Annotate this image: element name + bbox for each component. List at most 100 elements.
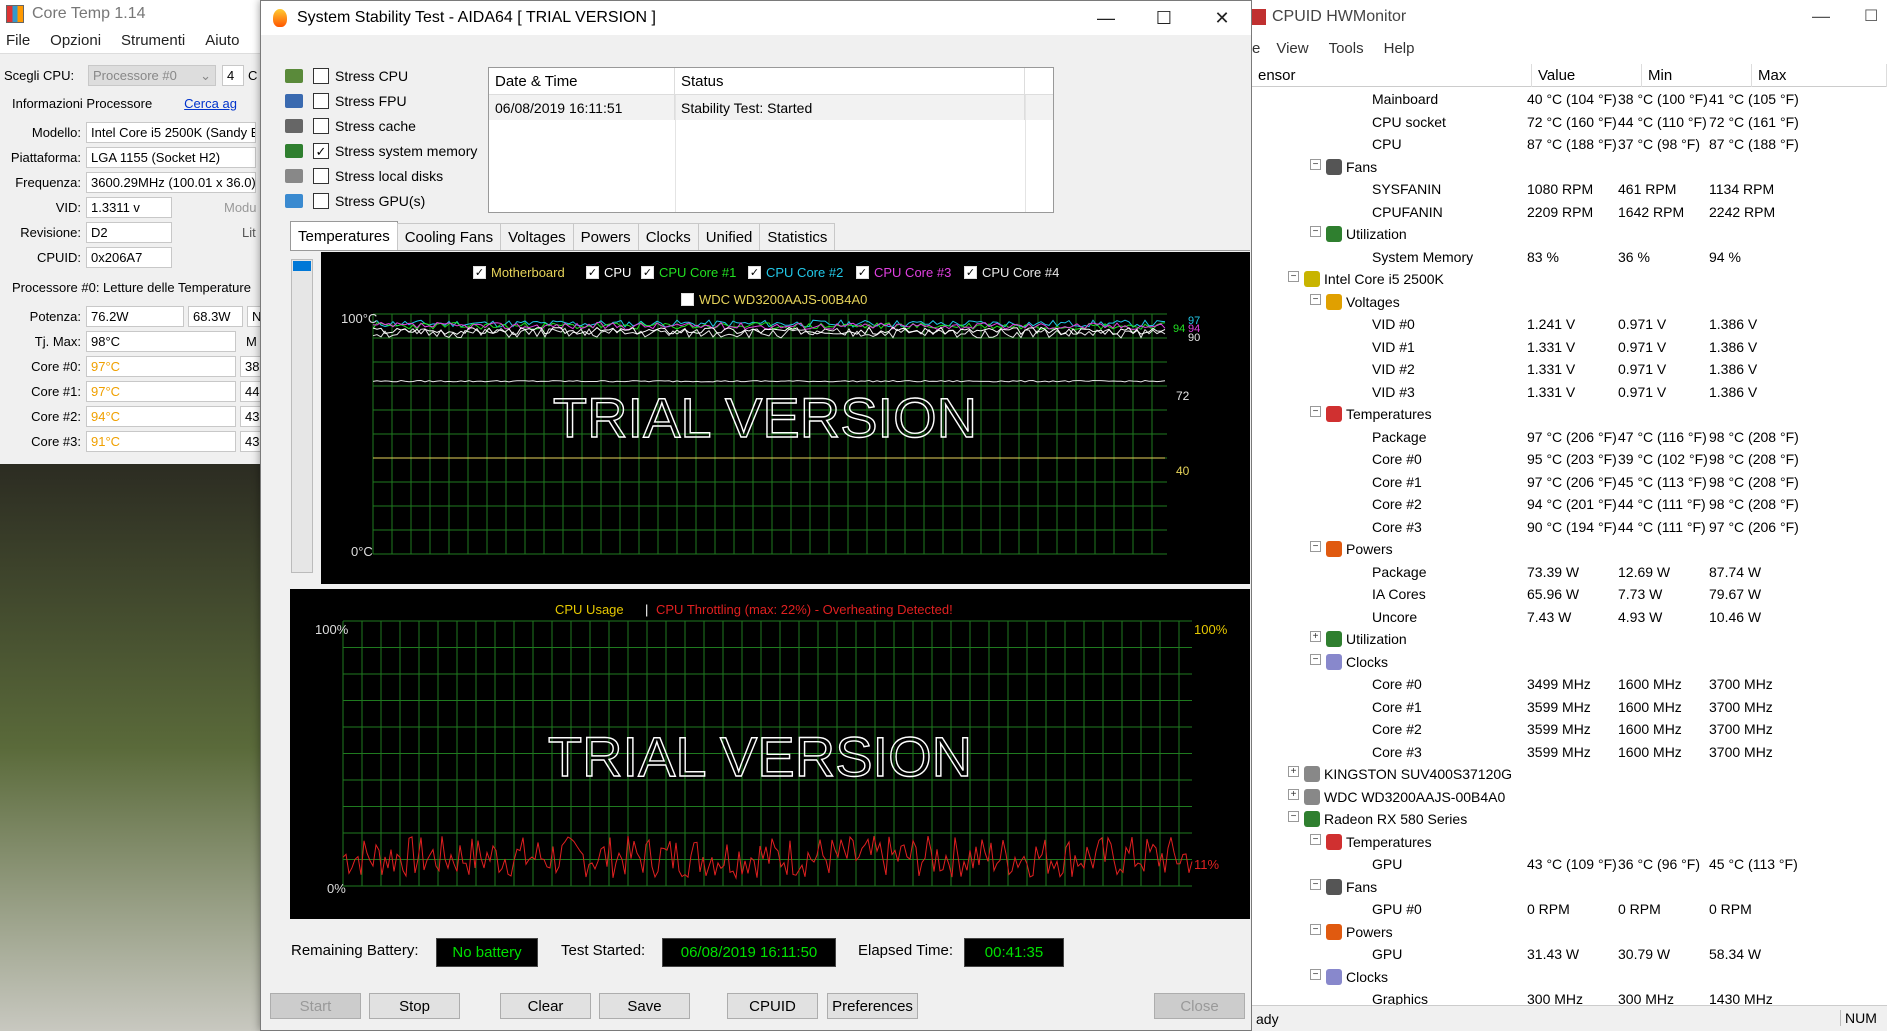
stress-memory-checkbox[interactable]: ✓ xyxy=(313,143,329,159)
hw-row[interactable]: SYSFANIN 1080 RPM 461 RPM 1134 RPM xyxy=(1252,178,1887,201)
hw-row[interactable]: VID #1 1.331 V 0.971 V 1.386 V xyxy=(1252,336,1887,359)
coretemp-titlebar[interactable]: Core Temp 1.14 xyxy=(0,0,261,28)
hw-row[interactable]: − Radeon RX 580 Series xyxy=(1252,808,1887,831)
hw-row[interactable]: − Temperatures xyxy=(1252,831,1887,854)
hw-row[interactable]: − Fans xyxy=(1252,876,1887,899)
collapse-icon[interactable]: − xyxy=(1310,923,1321,935)
hw-row[interactable]: − Clocks xyxy=(1252,651,1887,674)
hw-row[interactable]: VID #3 1.331 V 0.971 V 1.386 V xyxy=(1252,381,1887,404)
maximize-icon[interactable]: ☐ xyxy=(1864,6,1878,26)
status-table[interactable]: Date & Time Status 06/08/2019 16:11:51 S… xyxy=(488,67,1054,213)
hw-row[interactable]: − Voltages xyxy=(1252,291,1887,314)
cpuid-button[interactable]: CPUID xyxy=(727,993,818,1019)
hw-row[interactable]: VID #2 1.331 V 0.971 V 1.386 V xyxy=(1252,358,1887,381)
hw-row[interactable]: + KINGSTON SUV400S37120G xyxy=(1252,763,1887,786)
stress-gpu-checkbox[interactable] xyxy=(313,193,329,209)
stress-fpu-checkbox[interactable] xyxy=(313,93,329,109)
hw-row[interactable]: Core #2 94 °C (201 °F) 44 °C (111 °F) 98 °C… xyxy=(1252,493,1887,516)
menu-aiuto[interactable]: Aiuto xyxy=(205,32,239,49)
save-button[interactable]: Save xyxy=(599,993,690,1019)
col-min[interactable]: Min xyxy=(1642,64,1752,87)
hw-row[interactable]: + Utilization xyxy=(1252,628,1887,651)
stress-disks-item[interactable]: Stress local disks xyxy=(285,165,443,187)
hw-row[interactable]: − Powers xyxy=(1252,921,1887,944)
tab-powers[interactable]: Powers xyxy=(572,223,639,250)
hw-row[interactable]: Core #1 3599 MHz 1600 MHz 3700 MHz xyxy=(1252,696,1887,719)
col-value[interactable]: Value xyxy=(1532,64,1642,87)
tab-statistics[interactable]: Statistics xyxy=(759,223,836,250)
hw-row[interactable]: CPU 87 °C (188 °F) 37 °C (98 °F) 87 °C (188… xyxy=(1252,133,1887,156)
minimize-icon[interactable]: — xyxy=(1812,6,1830,27)
cpu-select-dropdown[interactable]: Processore #0 ⌄ xyxy=(88,65,216,86)
hw-row[interactable]: VID #0 1.241 V 0.971 V 1.386 V xyxy=(1252,313,1887,336)
hw-row[interactable]: Core #3 3599 MHz 1600 MHz 3700 MHz xyxy=(1252,741,1887,764)
collapse-icon[interactable]: − xyxy=(1310,653,1321,665)
search-link[interactable]: Cerca ag xyxy=(184,96,237,111)
tab-unified[interactable]: Unified xyxy=(697,223,761,250)
clear-button[interactable]: Clear xyxy=(500,993,591,1019)
graph-scrollbar[interactable] xyxy=(291,259,313,573)
hw-row[interactable]: Package 97 °C (206 °F) 47 °C (116 °F) 98 °C… xyxy=(1252,426,1887,449)
hw-row[interactable]: − Clocks xyxy=(1252,966,1887,989)
sensor-tree[interactable]: Mainboard 40 °C (104 °F) 38 °C (100 °F) 41 … xyxy=(1252,88,1887,1005)
collapse-icon[interactable]: − xyxy=(1310,226,1321,237)
maximize-icon[interactable]: ☐ xyxy=(1135,1,1193,35)
scrollbar-thumb[interactable] xyxy=(293,261,311,271)
hw-row[interactable]: GPU 43 °C (109 °F) 36 °C (96 °F) 45 °C (113… xyxy=(1252,853,1887,876)
stop-button[interactable]: Stop xyxy=(369,993,460,1019)
hw-row[interactable]: Mainboard 40 °C (104 °F) 38 °C (100 °F) 41 … xyxy=(1252,88,1887,111)
stress-memory-item[interactable]: ✓ Stress system memory xyxy=(285,140,477,162)
menu-file-cut[interactable]: e xyxy=(1252,40,1260,57)
close-icon[interactable]: ✕ xyxy=(1193,1,1251,35)
collapse-icon[interactable]: − xyxy=(1310,541,1321,552)
hw-row[interactable]: Core #3 90 °C (194 °F) 44 °C (111 °F) 97 °C… xyxy=(1252,516,1887,539)
stress-fpu-item[interactable]: Stress FPU xyxy=(285,90,407,112)
stress-cache-checkbox[interactable] xyxy=(313,118,329,134)
collapse-icon[interactable]: − xyxy=(1310,833,1321,845)
hw-row[interactable]: − Intel Core i5 2500K xyxy=(1252,268,1887,291)
hw-row[interactable]: Package 73.39 W 12.69 W 87.74 W xyxy=(1252,561,1887,584)
hw-row[interactable]: − Fans xyxy=(1252,156,1887,179)
collapse-icon[interactable]: − xyxy=(1288,811,1299,822)
expand-icon[interactable]: + xyxy=(1310,631,1321,642)
col-sensor[interactable]: ensor xyxy=(1252,64,1532,87)
collapse-icon[interactable]: − xyxy=(1310,968,1321,980)
start-button[interactable]: Start xyxy=(270,993,361,1019)
hw-row[interactable]: GPU 31.43 W 30.79 W 58.34 W xyxy=(1252,943,1887,966)
hw-row[interactable]: Uncore 7.43 W 4.93 W 10.46 W xyxy=(1252,606,1887,629)
hw-row[interactable]: System Memory 83 % 36 % 94 % xyxy=(1252,246,1887,269)
close-button[interactable]: Close xyxy=(1154,993,1245,1019)
stress-cpu-checkbox[interactable] xyxy=(313,68,329,84)
tab-temperatures[interactable]: Temperatures xyxy=(290,221,398,250)
collapse-icon[interactable]: − xyxy=(1310,878,1321,890)
table-row[interactable]: 06/08/2019 16:11:51 Stability Test: Star… xyxy=(489,95,1053,120)
menu-file[interactable]: File xyxy=(6,32,30,49)
hw-row[interactable]: CPUFANIN 2209 RPM 1642 RPM 2242 RPM xyxy=(1252,201,1887,224)
stress-disks-checkbox[interactable] xyxy=(313,168,329,184)
col-max[interactable]: Max xyxy=(1752,64,1887,87)
collapse-icon[interactable]: − xyxy=(1310,293,1321,305)
collapse-icon[interactable]: − xyxy=(1310,406,1321,417)
hw-row[interactable]: − Temperatures xyxy=(1252,403,1887,426)
col-status[interactable]: Status xyxy=(675,68,1025,94)
col-datetime[interactable]: Date & Time xyxy=(489,68,675,94)
tab-clocks[interactable]: Clocks xyxy=(637,223,699,250)
hw-row[interactable]: − Powers xyxy=(1252,538,1887,561)
stress-cache-item[interactable]: Stress cache xyxy=(285,115,416,137)
hw-row[interactable]: Core #2 3599 MHz 1600 MHz 3700 MHz xyxy=(1252,718,1887,741)
collapse-icon[interactable]: − xyxy=(1288,271,1299,282)
stress-cpu-item[interactable]: Stress CPU xyxy=(285,65,408,87)
hw-row[interactable]: Graphics 300 MHz 300 MHz 1430 MHz xyxy=(1252,988,1887,1005)
menu-tools[interactable]: Tools xyxy=(1329,40,1364,57)
hw-row[interactable]: − Utilization xyxy=(1252,223,1887,246)
menu-opzioni[interactable]: Opzioni xyxy=(50,32,101,49)
hw-row[interactable]: Core #1 97 °C (206 °F) 45 °C (113 °F) 98 °C… xyxy=(1252,471,1887,494)
hw-row[interactable]: + WDC WD3200AAJS-00B4A0 xyxy=(1252,786,1887,809)
stress-gpu-item[interactable]: Stress GPU(s) xyxy=(285,190,425,212)
menu-view[interactable]: View xyxy=(1276,40,1308,57)
hw-row[interactable]: GPU #0 0 RPM 0 RPM 0 RPM xyxy=(1252,898,1887,921)
expand-icon[interactable]: + xyxy=(1288,766,1299,777)
hw-row[interactable]: Core #0 95 °C (203 °F) 39 °C (102 °F) 98 °C… xyxy=(1252,448,1887,471)
menu-help[interactable]: Help xyxy=(1384,40,1415,57)
expand-icon[interactable]: + xyxy=(1288,788,1299,800)
